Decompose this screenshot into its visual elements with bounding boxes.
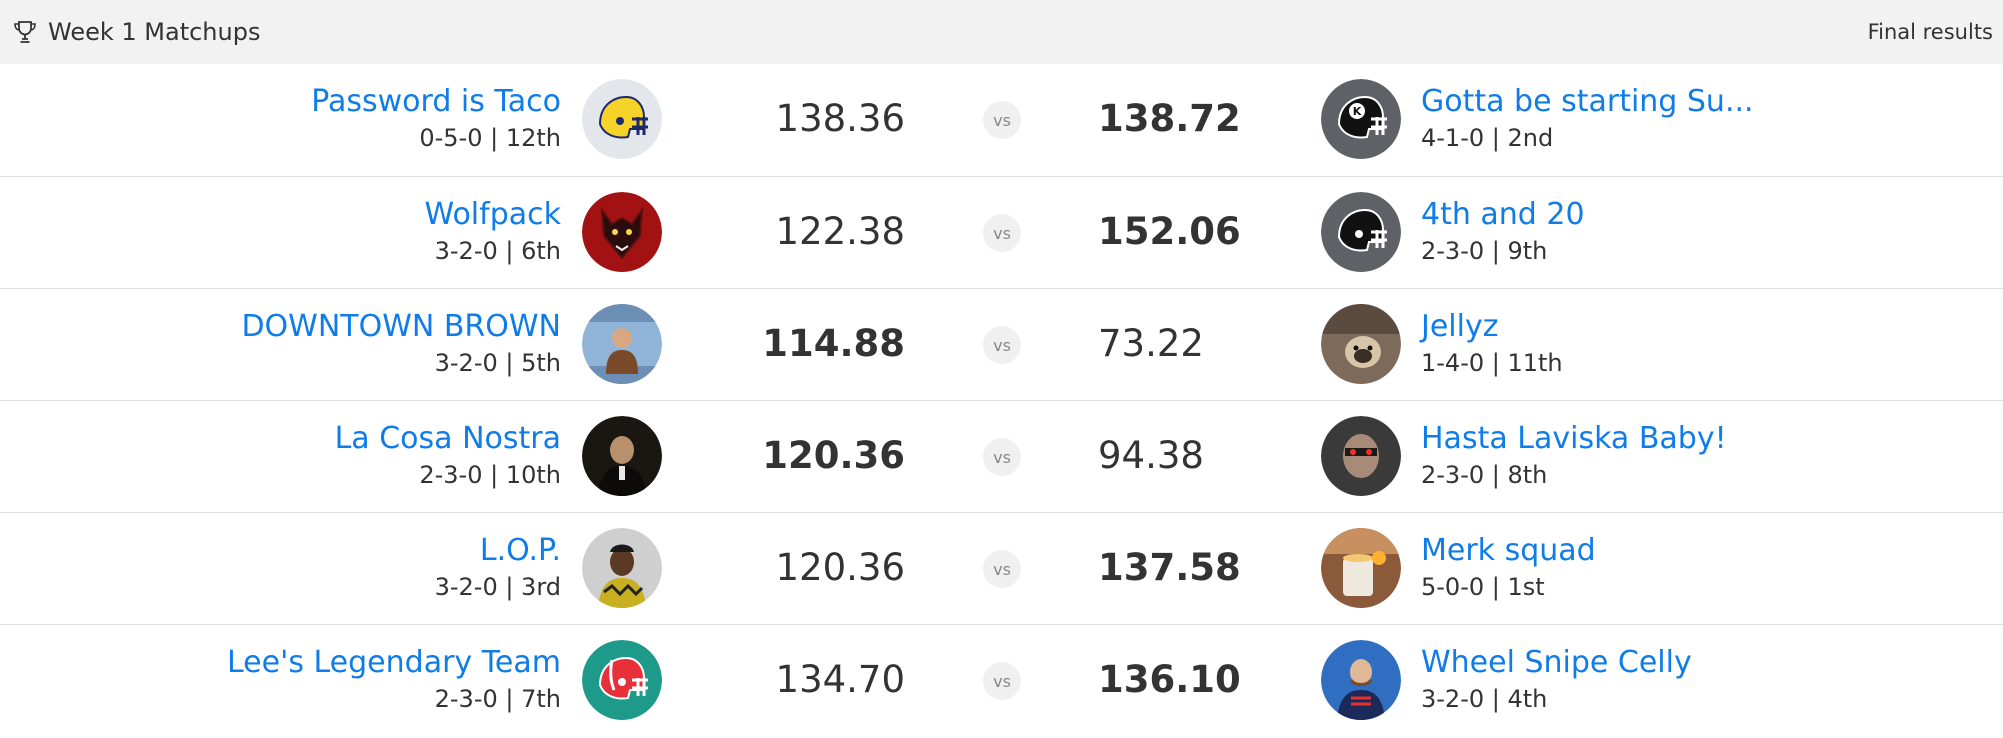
header-left: Week 1 Matchups: [12, 18, 260, 46]
team-name-link[interactable]: Password is Taco: [311, 84, 561, 120]
team-name-link[interactable]: Hasta Laviska Baby!: [1421, 421, 1727, 457]
team-name-link[interactable]: Gotta be starting Su...: [1421, 84, 1754, 120]
meme-photo-avatar[interactable]: [582, 304, 662, 384]
right-score: 94.38: [1098, 434, 1204, 477]
team-record: 0-5-0 | 12th: [419, 124, 561, 152]
candle-photo-avatar[interactable]: [1321, 528, 1401, 608]
godfather-photo-avatar[interactable]: [582, 416, 662, 496]
left-team-info: L.O.P. 3-2-0 | 3rd: [435, 533, 561, 603]
left-score: 138.36: [775, 97, 905, 140]
team-record: 1-4-0 | 11th: [1421, 349, 1563, 377]
team-name-link[interactable]: Jellyz: [1421, 309, 1563, 345]
right-score: 136.10: [1098, 658, 1241, 701]
team-record: 4-1-0 | 2nd: [1421, 124, 1554, 152]
right-team-info: Hasta Laviska Baby! 2-3-0 | 8th: [1421, 421, 1727, 491]
page-title: Week 1 Matchups: [48, 18, 261, 46]
team-record: 2-3-0 | 9th: [1421, 237, 1548, 265]
team-name-link[interactable]: 4th and 20: [1421, 197, 1585, 233]
coach-photo-avatar[interactable]: [1321, 640, 1401, 720]
black-helmet-avatar[interactable]: [1321, 192, 1401, 272]
matchup-row: L.O.P. 3-2-0 | 3rd 120.36 vs 137.58 Merk…: [0, 512, 2003, 624]
vs-badge: vs: [983, 550, 1021, 588]
left-score: 122.38: [775, 210, 905, 253]
matchup-list: Password is Taco 0-5-0 | 12th 138.36 vs …: [0, 64, 2003, 736]
vs-badge: vs: [983, 326, 1021, 364]
left-score: 120.36: [775, 546, 905, 589]
team-record: 3-2-0 | 4th: [1421, 685, 1548, 713]
left-team-info: La Cosa Nostra 2-3-0 | 10th: [335, 421, 561, 491]
trophy-icon: [12, 18, 40, 46]
vs-badge: vs: [983, 101, 1021, 139]
right-team-info: Merk squad 5-0-0 | 1st: [1421, 533, 1596, 603]
teal-helmet-avatar[interactable]: [582, 640, 662, 720]
team-record: 3-2-0 | 3rd: [434, 573, 561, 601]
team-record: 3-2-0 | 5th: [434, 349, 561, 377]
team-name-link[interactable]: Wheel Snipe Celly: [1421, 645, 1692, 681]
k-helmet-avatar[interactable]: K: [1321, 79, 1401, 159]
matchup-row: DOWNTOWN BROWN 3-2-0 | 5th 114.88 vs 73.…: [0, 288, 2003, 400]
right-score: 152.06: [1098, 210, 1241, 253]
team-name-link[interactable]: DOWNTOWN BROWN: [241, 309, 561, 345]
matchup-row: Password is Taco 0-5-0 | 12th 138.36 vs …: [0, 64, 2003, 176]
team-record: 3-2-0 | 6th: [434, 237, 561, 265]
status-label: Final results: [1867, 20, 1993, 44]
matchup-row: Lee's Legendary Team 2-3-0 | 7th 134.70 …: [0, 624, 2003, 736]
left-score: 120.36: [762, 434, 905, 477]
svg-text:K: K: [1353, 105, 1362, 118]
team-name-link[interactable]: La Cosa Nostra: [335, 421, 561, 457]
right-team-info: Wheel Snipe Celly 3-2-0 | 4th: [1421, 645, 1692, 715]
terminator-photo-avatar[interactable]: [1321, 416, 1401, 496]
yellow-helmet-avatar[interactable]: [582, 79, 662, 159]
team-name-link[interactable]: Merk squad: [1421, 533, 1596, 569]
right-team-info: Gotta be starting Su... 4-1-0 | 2nd: [1421, 84, 1754, 154]
team-name-link[interactable]: L.O.P.: [435, 533, 561, 569]
left-team-info: Wolfpack 3-2-0 | 6th: [425, 197, 561, 267]
pug-photo-avatar[interactable]: [1321, 304, 1401, 384]
right-score: 138.72: [1098, 97, 1241, 140]
right-score: 73.22: [1098, 322, 1204, 365]
left-team-info: Lee's Legendary Team 2-3-0 | 7th: [227, 645, 561, 715]
vs-badge: vs: [983, 662, 1021, 700]
team-record: 2-3-0 | 7th: [434, 685, 561, 713]
right-score: 137.58: [1098, 546, 1241, 589]
team-record: 2-3-0 | 10th: [419, 461, 561, 489]
left-score: 134.70: [775, 658, 905, 701]
right-team-info: 4th and 20 2-3-0 | 9th: [1421, 197, 1585, 267]
left-team-info: DOWNTOWN BROWN 3-2-0 | 5th: [241, 309, 561, 379]
wolf-avatar[interactable]: [582, 192, 662, 272]
matchup-row: Wolfpack 3-2-0 | 6th 122.38 vs 152.06 4t…: [0, 176, 2003, 288]
matchup-row: La Cosa Nostra 2-3-0 | 10th 120.36 vs 94…: [0, 400, 2003, 512]
player-photo-avatar[interactable]: [582, 528, 662, 608]
vs-badge: vs: [983, 438, 1021, 476]
team-record: 2-3-0 | 8th: [1421, 461, 1548, 489]
right-team-info: Jellyz 1-4-0 | 11th: [1421, 309, 1563, 379]
team-record: 5-0-0 | 1st: [1421, 573, 1545, 601]
left-team-info: Password is Taco 0-5-0 | 12th: [311, 84, 561, 154]
left-score: 114.88: [762, 322, 905, 365]
matchups-header: Week 1 Matchups Final results: [0, 0, 2003, 64]
team-name-link[interactable]: Wolfpack: [425, 197, 561, 233]
vs-badge: vs: [983, 214, 1021, 252]
team-name-link[interactable]: Lee's Legendary Team: [227, 645, 561, 681]
